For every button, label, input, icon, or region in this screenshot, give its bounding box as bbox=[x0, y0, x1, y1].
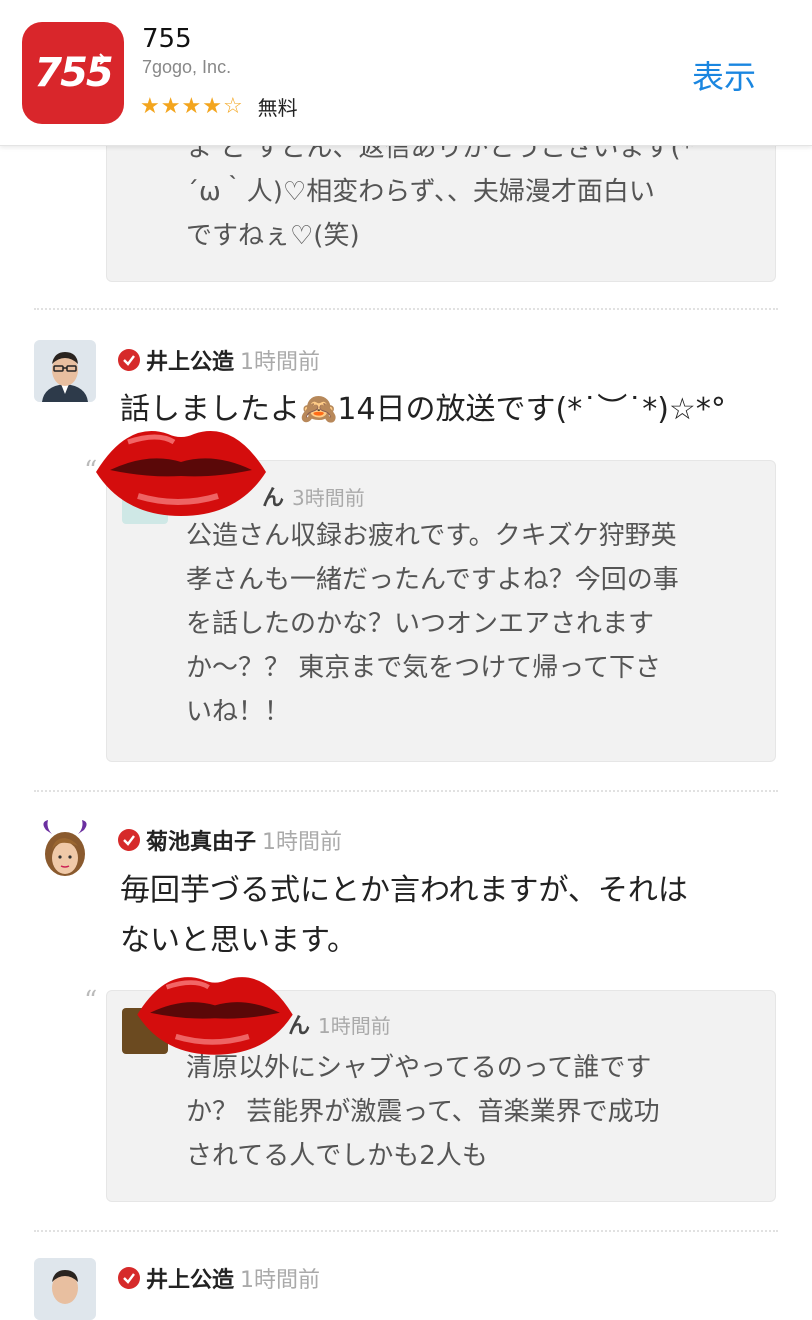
quote-time: 3時間前 bbox=[292, 486, 365, 510]
avatar[interactable] bbox=[34, 1258, 96, 1320]
feed: ま ど すどん、返信ありがとうございます(* ´ω｀人)♡相変わらず、、夫婦漫才… bbox=[0, 0, 812, 1320]
star-filled-icon: ★ bbox=[140, 93, 160, 119]
post-header: 井上公造 1時間前 bbox=[118, 344, 320, 376]
star-filled-icon: ★ bbox=[160, 93, 181, 119]
app-install-banner: 755 755 7gogo, Inc. ★ ★ ★ ★ ☆ 無料 表示 bbox=[0, 0, 812, 146]
post-body: 毎回芋づる式にとか言われますが、それは ないと思います。 bbox=[120, 873, 688, 958]
app-icon[interactable]: 755 bbox=[22, 22, 124, 124]
divider bbox=[34, 1230, 778, 1232]
post-time: 1時間前 bbox=[240, 1268, 321, 1293]
star-empty-icon: ☆ bbox=[222, 93, 243, 119]
avatar[interactable] bbox=[34, 340, 96, 402]
app-name: 755 bbox=[142, 24, 192, 54]
lips-sticker-icon bbox=[137, 977, 293, 1055]
post-author-name[interactable]: 井上公造 bbox=[146, 1262, 234, 1294]
post-author-name[interactable]: 菊池真由子 bbox=[146, 824, 256, 856]
avatar[interactable] bbox=[34, 820, 96, 882]
star-filled-icon: ★ bbox=[181, 93, 202, 119]
quote-text: 清原以外にシャブやってるのって誰です か？ 芸能界が激震って、音楽業界で成功 さ… bbox=[186, 1053, 660, 1171]
post-header: 菊池真由子 1時間前 bbox=[118, 824, 342, 856]
quote-time: 1時間前 bbox=[318, 1014, 391, 1038]
verified-badge-icon bbox=[118, 349, 140, 371]
divider bbox=[34, 790, 778, 792]
quote-header: ん 3時間前 bbox=[262, 480, 365, 512]
post-author-name[interactable]: 井上公造 bbox=[146, 344, 234, 376]
spark-icon bbox=[99, 53, 111, 65]
app-rating: ★ ★ ★ ★ ☆ 無料 bbox=[140, 92, 298, 121]
quote-icon: “ bbox=[84, 986, 98, 1016]
quote-header: ん 1時間前 bbox=[288, 1008, 391, 1040]
verified-badge-icon bbox=[118, 1267, 140, 1289]
verified-badge-icon bbox=[118, 829, 140, 851]
lips-sticker-icon bbox=[96, 431, 266, 516]
open-app-button[interactable]: 表示 bbox=[692, 52, 756, 98]
quote-text: 公造さん収録お疲れです。クキズケ狩野英 孝さんも一緒だったんですよね？今回の事 … bbox=[186, 521, 679, 727]
post-time: 1時間前 bbox=[262, 830, 343, 855]
post-time: 1時間前 bbox=[240, 350, 321, 375]
post-header: 井上公造 1時間前 bbox=[118, 1262, 320, 1294]
divider bbox=[34, 308, 778, 310]
app-price: 無料 bbox=[257, 96, 298, 120]
rating-stars: ★ ★ ★ ★ ☆ bbox=[140, 93, 244, 119]
star-filled-icon: ★ bbox=[202, 93, 222, 119]
app-developer: 7gogo, Inc. bbox=[142, 57, 232, 77]
